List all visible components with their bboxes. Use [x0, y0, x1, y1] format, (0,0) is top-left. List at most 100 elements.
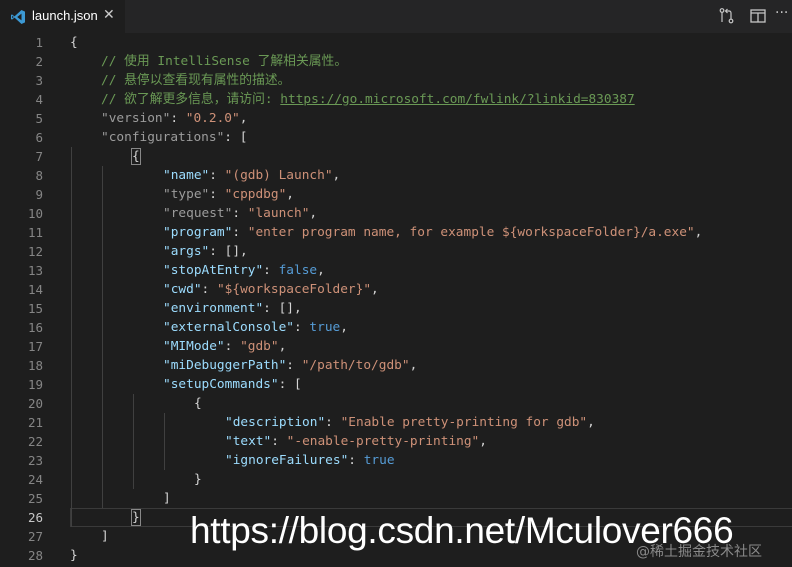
- line-number: 21: [27, 415, 43, 430]
- tab-label: launch.json: [32, 8, 98, 23]
- string-value: "(gdb) Launch": [224, 168, 333, 183]
- code-text: // 欲了解更多信息，请访问: https://go.microsoft.com…: [101, 90, 635, 109]
- punctuation: :: [170, 111, 186, 126]
- property-key: "version": [101, 111, 171, 126]
- punctuation: :: [271, 434, 287, 449]
- property-key: "environment": [163, 301, 264, 316]
- punctuation: ,: [286, 187, 295, 202]
- punctuation: : [],: [209, 244, 248, 259]
- line-number: 16: [27, 320, 43, 335]
- code-line[interactable]: 25]: [0, 489, 792, 508]
- code-editor[interactable]: 1{2// 使用 IntelliSense 了解相关属性。 3// 悬停以查看现有…: [0, 33, 792, 567]
- punctuation: : [: [278, 377, 302, 392]
- line-number: 6: [35, 130, 43, 145]
- line-number: 24: [27, 472, 43, 487]
- watermark-source: @稀土掘金技术社区: [636, 544, 762, 560]
- punctuation: :: [293, 320, 310, 335]
- punctuation: :: [263, 263, 279, 278]
- code-text: "description": "Enable pretty-printing f…: [225, 413, 595, 432]
- code-line[interactable]: 24}: [0, 470, 792, 489]
- property-key: "name": [163, 168, 210, 183]
- property-key: "configurations": [101, 130, 225, 145]
- punctuation: :: [232, 225, 248, 240]
- code-line[interactable]: 18 "miDebuggerPath": "/path/to/gdb",: [0, 356, 792, 375]
- code-line[interactable]: 5 "version": "0.2.0",: [0, 109, 792, 128]
- code-line[interactable]: 10 "request": "launch",: [0, 204, 792, 223]
- code-line[interactable]: 7{: [0, 147, 792, 166]
- property-key: "externalConsole": [163, 320, 294, 335]
- code-text: ]: [101, 527, 109, 546]
- line-number: 2: [35, 54, 43, 69]
- code-text: "cwd": "${workspaceFolder}",: [163, 280, 379, 299]
- matching-bracket: }: [131, 509, 141, 526]
- punctuation: ]: [163, 491, 171, 506]
- code-line[interactable]: 15 "environment": [],: [0, 299, 792, 318]
- code-line[interactable]: 20 {: [0, 394, 792, 413]
- punctuation: ,: [332, 168, 341, 183]
- string-value: "0.2.0": [185, 111, 240, 126]
- indent-guide: [164, 413, 165, 470]
- property-key: "MIMode": [163, 339, 225, 354]
- punctuation: }: [194, 472, 202, 487]
- property-key: "program": [163, 225, 233, 240]
- code-line[interactable]: 1{: [0, 33, 792, 52]
- open-changes-icon[interactable]: [718, 7, 736, 25]
- code-line[interactable]: 16 "externalConsole": true,: [0, 318, 792, 337]
- punctuation: :: [201, 282, 217, 297]
- close-icon[interactable]: ✕: [103, 7, 115, 23]
- split-editor-icon[interactable]: [749, 7, 767, 25]
- punctuation: ,: [309, 206, 318, 221]
- line-number: 11: [27, 225, 43, 240]
- code-line[interactable]: 3 // 悬停以查看现有属性的描述。: [0, 71, 792, 90]
- line-number: 3: [35, 73, 43, 88]
- property-key: "type": [163, 187, 210, 202]
- code-line[interactable]: 2 // 使用 IntelliSense 了解相关属性。: [0, 52, 792, 71]
- property-key: "cwd": [163, 282, 202, 297]
- punctuation: ,: [371, 282, 379, 297]
- line-number: 18: [27, 358, 43, 373]
- code-line[interactable]: 9 "type": "cppdbg",: [0, 185, 792, 204]
- code-line[interactable]: 13 "stopAtEntry": false,: [0, 261, 792, 280]
- punctuation: ,: [340, 320, 348, 335]
- code-line[interactable]: 11 "program": "enter program name, for ex…: [0, 223, 792, 242]
- code-text: "setupCommands": [: [163, 375, 302, 394]
- punctuation: }: [70, 548, 78, 563]
- code-text: {: [194, 394, 202, 413]
- code-line[interactable]: 8 "name": "(gdb) Launch",: [0, 166, 792, 185]
- code-line[interactable]: 21 "description": "Enable pretty-printing…: [0, 413, 792, 432]
- line-number: 9: [35, 187, 43, 202]
- punctuation: :: [209, 187, 225, 202]
- indent-guide: [133, 394, 134, 489]
- code-line[interactable]: 19 "setupCommands": [: [0, 375, 792, 394]
- string-value: "/path/to/gdb": [301, 358, 410, 373]
- line-number: 17: [27, 339, 43, 354]
- punctuation: {: [194, 396, 202, 411]
- punctuation: ,: [239, 111, 248, 126]
- link[interactable]: https://go.microsoft.com/fwlink/?linkid=…: [280, 92, 634, 107]
- punctuation: :: [209, 168, 225, 183]
- string-value: "cppdbg": [224, 187, 287, 202]
- punctuation: ,: [587, 415, 595, 430]
- boolean-value: true: [309, 320, 341, 335]
- string-value: "Enable pretty-printing for gdb": [340, 415, 588, 430]
- code-line[interactable]: 12 "args": [],: [0, 242, 792, 261]
- more-actions-icon[interactable]: ···: [775, 5, 788, 23]
- line-number: 7: [35, 149, 43, 164]
- code-text: "stopAtEntry": false,: [163, 261, 325, 280]
- code-line[interactable]: 14 "cwd": "${workspaceFolder}",: [0, 280, 792, 299]
- code-line[interactable]: 6 "configurations": [: [0, 128, 792, 147]
- code-line[interactable]: 22 "text": "-enable-pretty-printing",: [0, 432, 792, 451]
- code-line[interactable]: 23 "ignoreFailures": true: [0, 451, 792, 470]
- code-line[interactable]: 17 "MIMode": "gdb",: [0, 337, 792, 356]
- code-text: "externalConsole": true,: [163, 318, 348, 337]
- indent-guide: [102, 166, 103, 508]
- line-number: 14: [27, 282, 43, 297]
- punctuation: ,: [479, 434, 487, 449]
- line-number: 23: [27, 453, 43, 468]
- line-number: 13: [27, 263, 43, 278]
- code-line[interactable]: 4 // 欲了解更多信息，请访问: https://go.microsoft.co…: [0, 90, 792, 109]
- code-text: "configurations": [: [101, 128, 247, 147]
- tab-launch-json[interactable]: launch.json ✕: [0, 0, 125, 33]
- code-text: }: [70, 546, 78, 565]
- property-key: "setupCommands": [163, 377, 279, 392]
